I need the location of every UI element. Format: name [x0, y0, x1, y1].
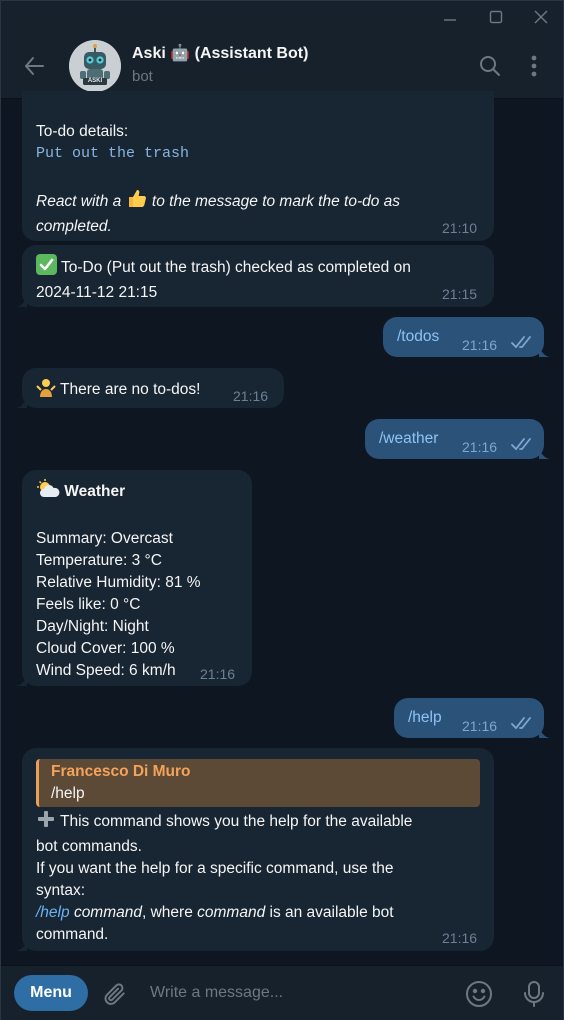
message-time: 21:16 [462, 337, 498, 353]
message-command-text[interactable]: /help [408, 707, 442, 729]
window-titlebar [1, 1, 563, 33]
message-weather-report[interactable]: Weather Summary: Overcast Temperature: 3… [15, 470, 252, 686]
smiley-icon [466, 981, 492, 1007]
bubble-tail [539, 345, 551, 357]
double-check-icon [511, 438, 531, 451]
reply-quote[interactable]: Francesco Di Muro /help [36, 759, 480, 807]
maximize-icon [489, 10, 503, 24]
back-button[interactable] [19, 51, 49, 81]
robot-avatar-icon [69, 40, 121, 92]
message-time: 21:16 [442, 930, 478, 946]
weather-day-night: Day/Night: Night [36, 618, 149, 635]
help-command-link[interactable]: /help [36, 904, 70, 921]
message-command-text[interactable]: /weather [379, 428, 438, 450]
bot-menu-button[interactable]: Menu [14, 975, 88, 1011]
message-outgoing-help[interactable]: /help 21:16 [394, 698, 551, 738]
chat-title[interactable]: Aski 🤖 (Assistant Bot) [132, 43, 308, 63]
minimize-button[interactable] [427, 1, 473, 33]
quote-text: /help [51, 785, 85, 802]
double-check-icon [511, 717, 531, 730]
message-time: 21:16 [462, 718, 498, 734]
message-text: /help command, where command is an avail… [36, 904, 394, 921]
message-no-todos[interactable]: There are no to-dos! 21:16 [15, 368, 284, 408]
weather-feels-like: Feels like: 0 °C [36, 596, 141, 613]
more-vertical-icon [531, 55, 537, 77]
microphone-icon [524, 981, 544, 1007]
arrow-left-icon [25, 57, 44, 75]
message-composer: Menu [1, 965, 563, 1020]
message-command-text[interactable]: /todos [397, 326, 439, 348]
message-input[interactable] [150, 981, 440, 1005]
double-check-icon [511, 336, 531, 349]
message-help-reply[interactable]: Francesco Di Muro /help This command sho… [15, 748, 494, 951]
quote-author: Francesco Di Muro [51, 763, 191, 780]
todo-code-text[interactable]: Put out the trash [36, 143, 476, 165]
bubble-tail [15, 939, 27, 951]
minimize-icon [444, 19, 456, 21]
avatar-text: ASKI [87, 78, 103, 84]
emoji-button[interactable] [463, 978, 495, 1010]
message-time: 21:16 [462, 439, 498, 455]
bubble-tail [15, 396, 27, 408]
weather-temperature: Temperature: 3 °C [36, 552, 162, 569]
more-options-button[interactable] [521, 53, 547, 79]
bubble-tail [539, 447, 551, 459]
message-todo-completed[interactable]: To-Do (Put out the trash) checked as com… [15, 245, 494, 307]
thumbs-up-icon [126, 187, 148, 216]
chat-subtitle: bot [132, 68, 153, 85]
message-text: syntax: [36, 882, 86, 899]
message-todo-details[interactable]: To-do details: Put out the trash React w… [22, 91, 494, 241]
telegram-window: ASKI Aski 🤖 (Assistant Bot) bot To-do de… [0, 0, 564, 1020]
weather-humidity: Relative Humidity: 81 % [36, 574, 201, 591]
message-time: 21:16 [200, 666, 236, 682]
message-text: React with a to the message to mark the … [36, 187, 476, 216]
weather-cloud-cover: Cloud Cover: 100 % [36, 640, 175, 657]
weather-summary: Summary: Overcast [36, 530, 173, 547]
maximize-button[interactable] [473, 1, 519, 33]
close-icon [534, 10, 548, 24]
bubble-tail [15, 674, 27, 686]
bubble-tail [15, 295, 27, 307]
bubble-tail [539, 726, 551, 738]
message-time: 21:10 [442, 220, 478, 236]
message-outgoing-weather[interactable]: /weather 21:16 [365, 419, 551, 459]
sun-behind-cloud-icon [36, 479, 60, 506]
close-button[interactable] [518, 1, 564, 33]
search-button[interactable] [477, 53, 503, 79]
check-mark-icon [36, 254, 57, 282]
message-text: To-Do (Put out the trash) checked as com… [36, 254, 481, 282]
paperclip-icon [104, 983, 125, 1005]
message-text: This command shows you the help for the … [36, 809, 480, 836]
message-time: 21:15 [442, 286, 478, 302]
message-time: 21:16 [233, 388, 269, 404]
message-text: There are no to-dos! [36, 377, 200, 404]
message-text: To-do details: [36, 123, 129, 140]
bot-avatar[interactable]: ASKI [69, 40, 121, 92]
weather-heading: Weather [36, 479, 246, 506]
shrug-icon [36, 377, 56, 404]
search-icon [480, 56, 500, 76]
message-text: bot commands. [36, 838, 142, 855]
message-text: command. [36, 926, 109, 943]
message-text: completed. [36, 218, 112, 235]
attach-button[interactable] [99, 978, 131, 1010]
voice-message-button[interactable] [518, 978, 550, 1010]
message-text: 2024-11-12 21:15 [36, 284, 158, 301]
message-outgoing-todos[interactable]: /todos 21:16 [383, 317, 551, 357]
plus-icon [36, 809, 56, 836]
message-text: If you want the help for a specific comm… [36, 860, 394, 877]
chat-header: ASKI Aski 🤖 (Assistant Bot) bot [1, 33, 563, 99]
